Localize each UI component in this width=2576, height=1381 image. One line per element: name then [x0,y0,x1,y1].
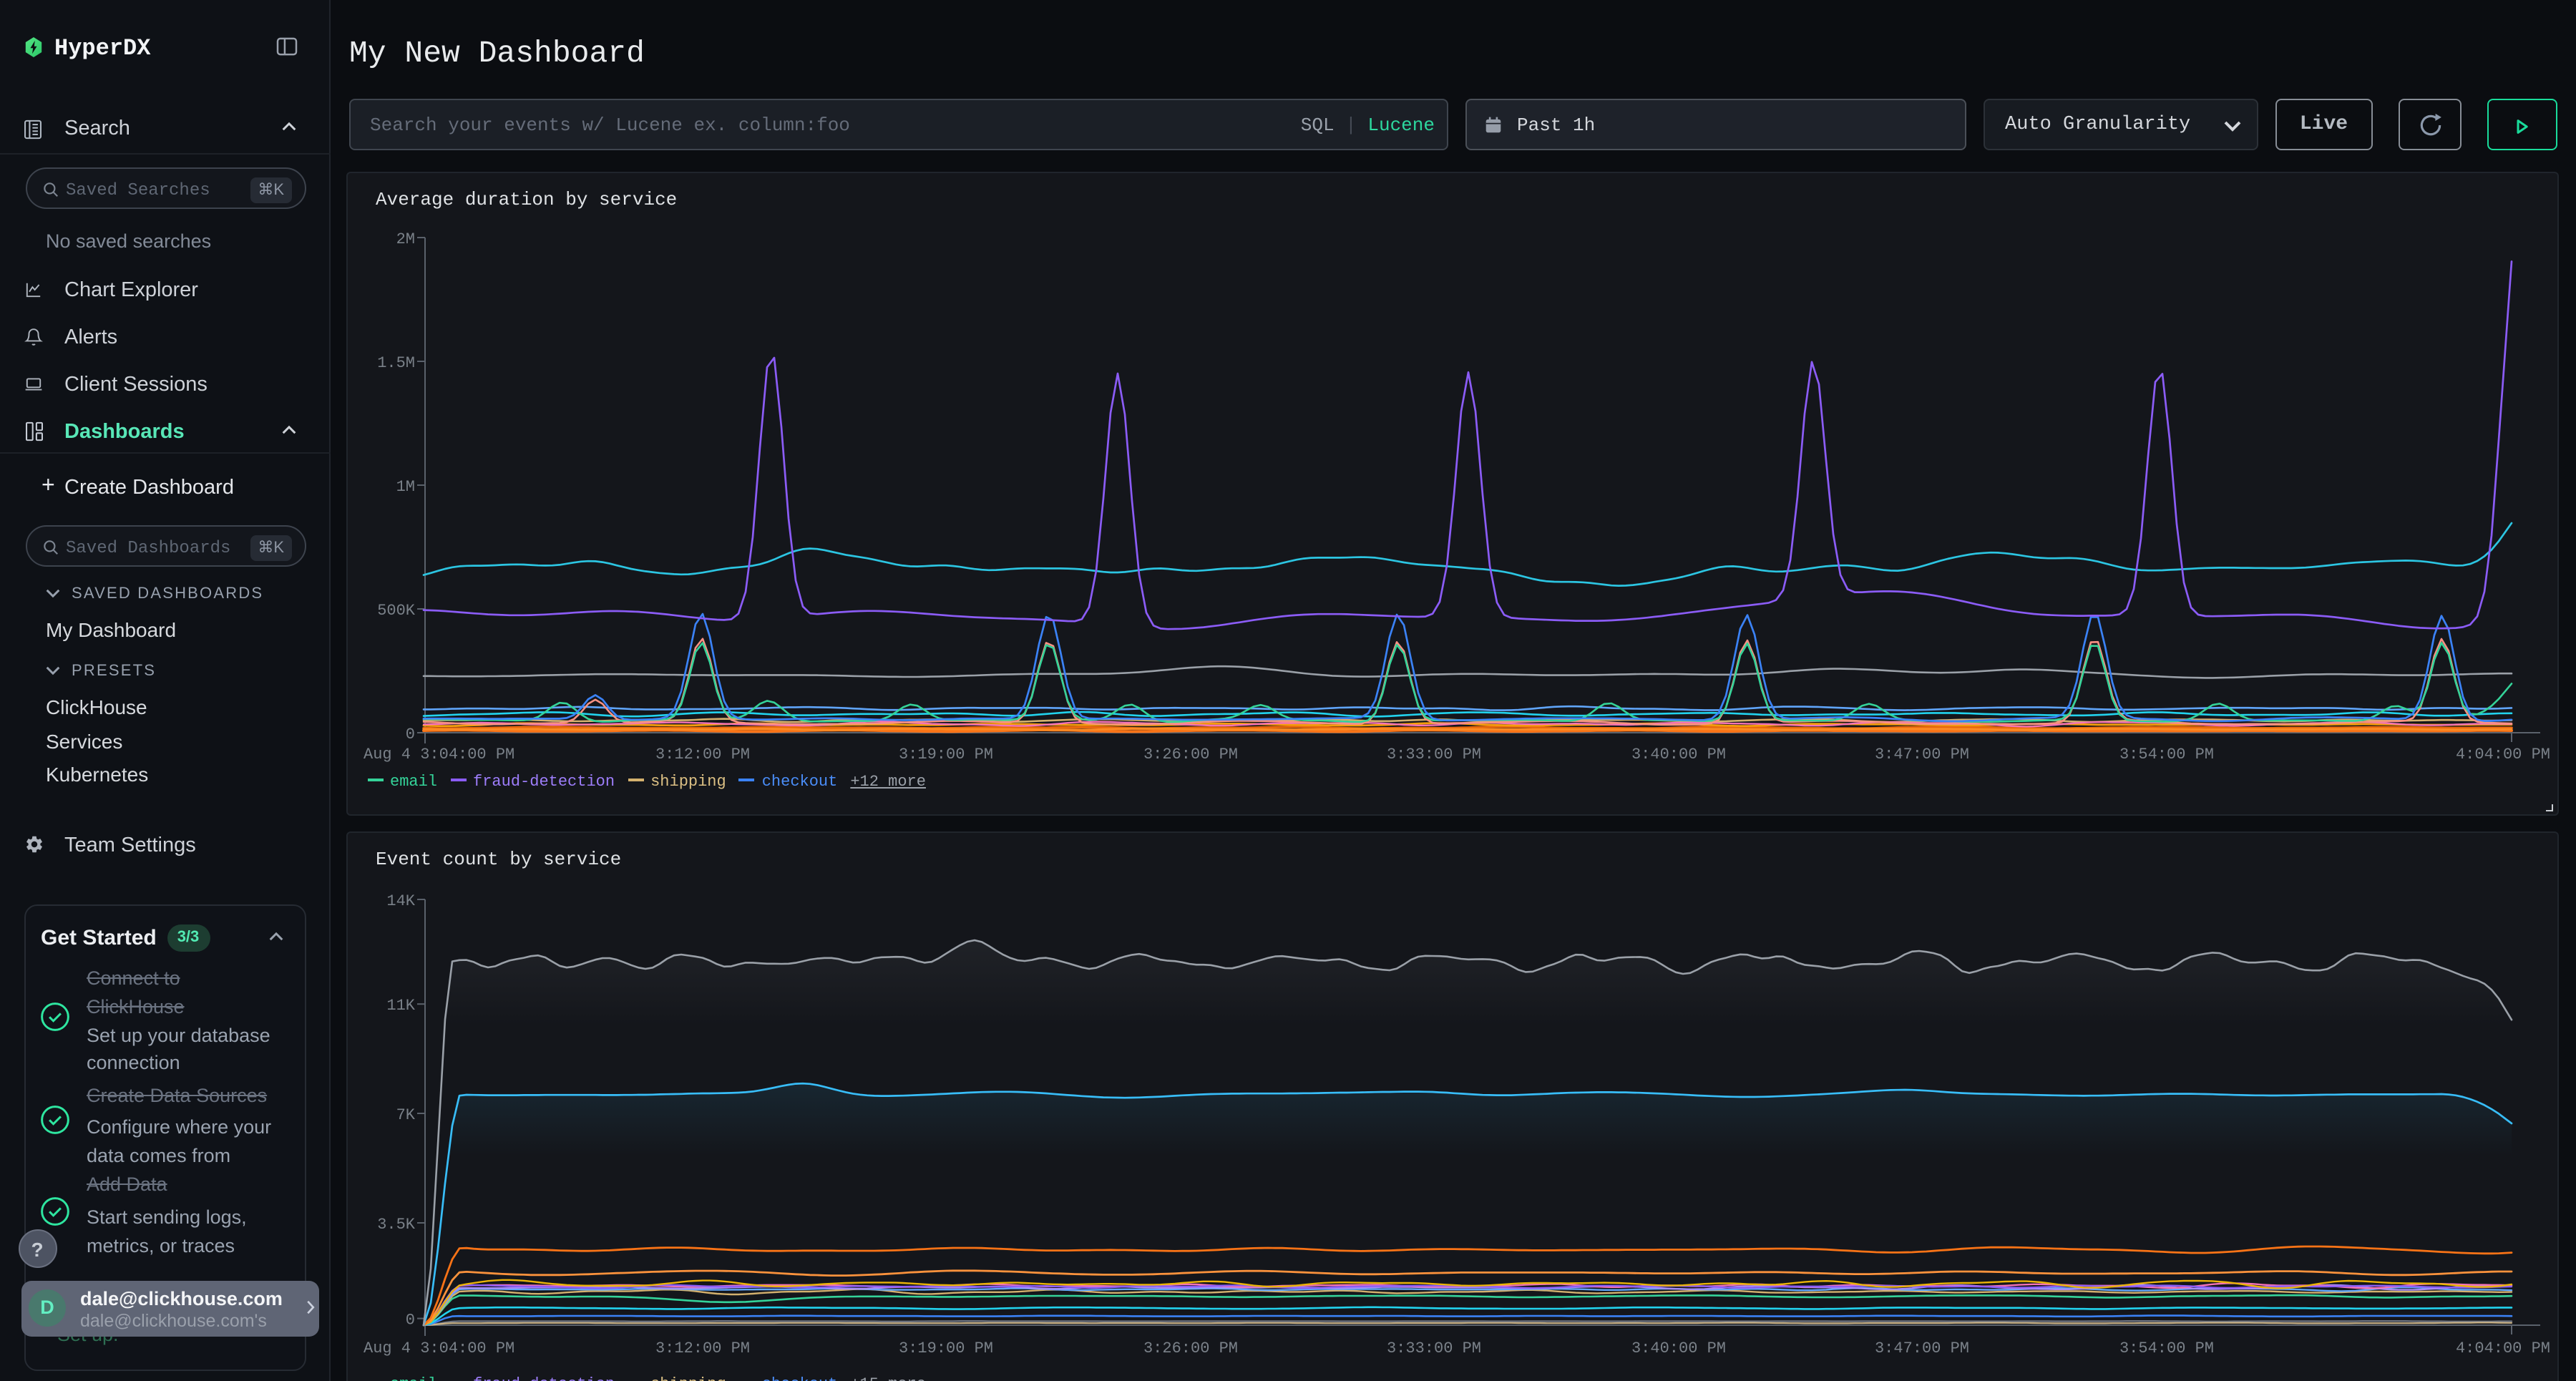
svg-text:3:19:00 PM: 3:19:00 PM [899,746,993,763]
svg-text:1.5M: 1.5M [377,354,415,372]
svg-text:3:47:00 PM: 3:47:00 PM [1875,1339,1969,1357]
svg-text:Aug 4 3:04:00 PM: Aug 4 3:04:00 PM [364,1339,514,1357]
svg-text:0: 0 [406,1311,415,1329]
svg-text:3:47:00 PM: 3:47:00 PM [1875,746,1969,763]
svg-text:11K: 11K [386,997,415,1015]
svg-text:3:26:00 PM: 3:26:00 PM [1143,746,1238,763]
svg-text:3:33:00 PM: 3:33:00 PM [1387,746,1481,763]
svg-text:14K: 14K [386,892,415,910]
svg-text:3:40:00 PM: 3:40:00 PM [1631,1339,1726,1357]
svg-text:Aug 4 3:04:00 PM: Aug 4 3:04:00 PM [364,746,514,763]
svg-text:3:12:00 PM: 3:12:00 PM [655,746,750,763]
svg-text:3:54:00 PM: 3:54:00 PM [2119,746,2214,763]
svg-text:3:12:00 PM: 3:12:00 PM [655,1339,750,1357]
svg-text:2M: 2M [396,230,415,248]
svg-text:3:54:00 PM: 3:54:00 PM [2119,1339,2214,1357]
svg-text:7K: 7K [396,1106,416,1124]
svg-text:3.5K: 3.5K [377,1216,416,1234]
svg-text:0: 0 [406,726,415,743]
svg-text:500K: 500K [377,602,416,620]
svg-text:3:19:00 PM: 3:19:00 PM [899,1339,993,1357]
svg-text:3:26:00 PM: 3:26:00 PM [1143,1339,1238,1357]
svg-text:4:04:00 PM: 4:04:00 PM [2456,1339,2550,1357]
svg-text:4:04:00 PM: 4:04:00 PM [2456,746,2550,763]
svg-text:3:40:00 PM: 3:40:00 PM [1631,746,1726,763]
svg-text:1M: 1M [396,478,415,496]
svg-text:3:33:00 PM: 3:33:00 PM [1387,1339,1481,1357]
